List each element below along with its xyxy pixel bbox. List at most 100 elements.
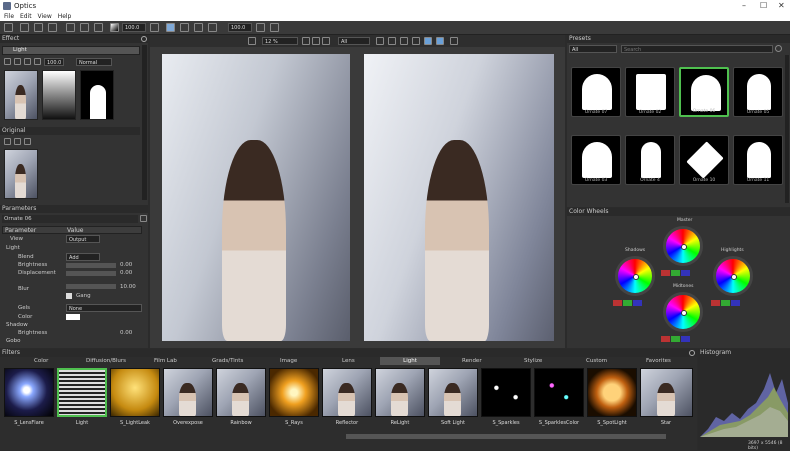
blue-chip[interactable] [731,300,740,306]
green-chip[interactable] [671,270,680,276]
tool-icon[interactable] [150,23,159,32]
menu-file[interactable]: File [4,13,14,20]
shadows-wheel[interactable] [615,256,655,296]
green-chip[interactable] [671,336,680,342]
filter-thumb[interactable] [269,368,319,417]
after-image[interactable] [364,54,554,341]
blur-slider[interactable] [66,284,116,289]
view-split-icon[interactable] [180,23,189,32]
red-chip[interactable] [661,336,670,342]
menu-edit[interactable]: Edit [20,13,32,20]
original-thumb[interactable] [4,149,38,199]
layer-name[interactable]: Light [2,46,140,55]
filter-thumb[interactable] [4,368,54,417]
filter-thumb-selected[interactable] [57,368,107,417]
preview-icon[interactable] [424,37,432,45]
grid-icon[interactable] [94,23,103,32]
displacement-slider[interactable] [66,271,116,276]
swap-icon[interactable] [412,37,420,45]
original-icon-c[interactable] [24,138,31,145]
preset-tile[interactable]: Ornate 07 [571,67,621,117]
maximize-icon[interactable]: ☐ [760,1,767,10]
color-swatch[interactable] [66,314,80,320]
layer-thumb-gradient[interactable] [42,70,76,120]
filter-thumb[interactable] [428,368,478,417]
blue-chip[interactable] [681,270,690,276]
blend-select[interactable]: Add [66,253,100,261]
minimize-icon[interactable]: – [742,1,746,10]
view-select[interactable]: Output [66,235,100,243]
export-icon[interactable] [450,37,458,45]
gels-select[interactable]: None [66,304,142,312]
preset-tile[interactable]: Ornate 03 [571,135,621,185]
zoom-in-icon[interactable] [302,37,310,45]
undo-icon[interactable] [4,23,13,32]
view-dual-icon[interactable] [194,23,203,32]
brush-icon[interactable] [34,58,41,65]
gradient-icon[interactable] [110,23,119,32]
layer-icon[interactable] [4,58,11,65]
link-icon[interactable] [24,58,31,65]
filter-thumb[interactable] [216,368,266,417]
red-chip[interactable] [661,270,670,276]
category-favorites[interactable]: Favorites [646,358,671,364]
blend-mode-select[interactable]: Normal [76,58,112,66]
filter-thumb[interactable] [587,368,637,417]
preset-tile[interactable]: Ornate 10 [679,135,729,185]
filter-thumb[interactable] [375,368,425,417]
category-diffusion[interactable]: Diffusion/Blurs [86,358,126,364]
pan-icon[interactable] [322,37,330,45]
close-icon[interactable] [141,36,147,42]
highlights-wheel[interactable] [713,256,753,296]
zoom-a-field[interactable]: 100.0 [122,23,146,32]
category-render[interactable]: Render [462,358,482,364]
mask-icon[interactable] [14,58,21,65]
category-lens[interactable]: Lens [342,358,355,364]
category-color[interactable]: Color [34,358,48,364]
before-image[interactable] [162,54,350,341]
category-stylize[interactable]: Stylize [524,358,542,364]
filter-thumb[interactable] [110,368,160,417]
compare-view-icon[interactable] [436,37,444,45]
stack-icon[interactable] [400,37,408,45]
before-after-icon[interactable] [66,23,75,32]
search-icon[interactable] [775,45,782,52]
zoom-fit-icon[interactable] [312,37,320,45]
green-chip[interactable] [623,300,632,306]
close-icon[interactable]: ✕ [778,1,785,10]
brightness-slider[interactable] [66,263,116,268]
master-wheel[interactable] [663,226,703,266]
blue-chip[interactable] [681,336,690,342]
crop-icon[interactable] [20,23,29,32]
preset-tile[interactable]: Ornate 4 [625,135,675,185]
menu-view[interactable]: View [38,13,52,20]
presets-scrollbar[interactable] [785,55,789,203]
original-icon-a[interactable] [4,138,11,145]
blue-chip[interactable] [633,300,642,306]
filters-scrollbar[interactable] [346,434,666,439]
category-light[interactable]: Light [380,357,440,365]
preset-filter-select[interactable]: All [569,45,617,53]
preset-tile-selected[interactable]: Ornate 06 [679,67,729,117]
category-film-lab[interactable]: Film Lab [154,358,177,364]
category-grads[interactable]: Grads/Tints [212,358,243,364]
preset-tile[interactable]: Ornate 11 [733,135,783,185]
opacity-field[interactable]: 100.0 [44,58,64,66]
settings-icon[interactable] [256,23,265,32]
layer-thumb-image[interactable] [4,70,38,120]
rotate-icon[interactable] [34,23,43,32]
preset-tile[interactable]: Ornate 05 [733,67,783,117]
zoom-percent[interactable]: 12 % [262,37,298,45]
filter-thumb[interactable] [640,368,693,417]
split-icon[interactable] [376,37,384,45]
red-chip[interactable] [711,300,720,306]
red-chip[interactable] [613,300,622,306]
layer-thumb-mask[interactable] [80,70,114,120]
filter-thumb[interactable] [322,368,372,417]
filter-thumb[interactable] [481,368,531,417]
zoom-icon[interactable] [248,37,256,45]
category-image[interactable]: Image [280,358,297,364]
compare-icon[interactable] [80,23,89,32]
zoom-b-field[interactable]: 100.0 [228,23,252,32]
close-icon[interactable] [689,350,695,356]
